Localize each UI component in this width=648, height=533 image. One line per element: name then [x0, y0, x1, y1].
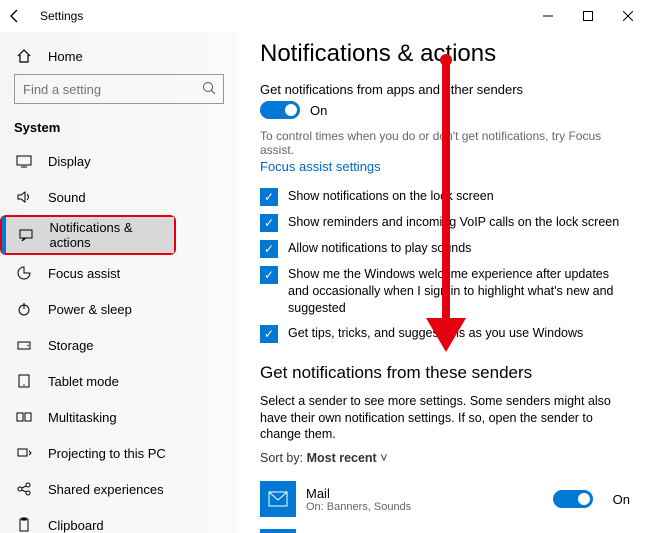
- shared-icon: [14, 479, 34, 499]
- tablet-icon: [14, 371, 34, 391]
- senders-desc: Select a sender to see more settings. So…: [260, 393, 630, 444]
- checkbox[interactable]: ✓: [260, 188, 278, 206]
- sidebar-item-focus-assist[interactable]: Focus assist: [0, 255, 238, 291]
- sidebar-item-label: Focus assist: [48, 266, 120, 281]
- sidebar-item-label: Tablet mode: [48, 374, 119, 389]
- sidebar-item-label: Sound: [48, 190, 86, 205]
- sidebar-item-label: Notifications & actions: [49, 220, 174, 250]
- sidebar-item-tablet[interactable]: Tablet mode: [0, 363, 238, 399]
- sender-sub: On: Banners, Sounds: [306, 501, 553, 513]
- sidebar-item-storage[interactable]: Storage: [0, 327, 238, 363]
- checkbox-label: Show reminders and incoming VoIP calls o…: [288, 214, 619, 231]
- focus-desc: To control times when you do or don't ge…: [260, 129, 630, 157]
- checkbox[interactable]: ✓: [260, 240, 278, 258]
- sidebar-item-label: Display: [48, 154, 91, 169]
- checkbox[interactable]: ✓: [260, 266, 278, 284]
- checkbox[interactable]: ✓: [260, 214, 278, 232]
- sidebar-item-label: Clipboard: [48, 518, 104, 533]
- home-icon: [14, 46, 34, 66]
- checkbox-label: Get tips, tricks, and suggestions as you…: [288, 325, 583, 342]
- sort-by[interactable]: Sort by: Most recent ˅: [260, 451, 630, 465]
- display-icon: [14, 151, 34, 171]
- sidebar: Home System Display Sound Notifications …: [0, 32, 238, 533]
- sidebar-item-label: Power & sleep: [48, 302, 132, 317]
- sidebar-home-label: Home: [48, 49, 83, 64]
- security-icon: [260, 529, 296, 533]
- mail-icon: [260, 481, 296, 517]
- sender-item-security[interactable]: Security and Maintenance On: Banners, So…: [260, 523, 630, 533]
- senders-heading: Get notifications from these senders: [260, 363, 630, 383]
- window-title: Settings: [40, 9, 83, 23]
- focus-assist-link[interactable]: Focus assist settings: [260, 159, 381, 174]
- search-input[interactable]: [14, 74, 224, 104]
- checkbox-label: Allow notifications to play sounds: [288, 240, 471, 257]
- sender-name: Mail: [306, 486, 553, 501]
- sender-item-mail[interactable]: Mail On: Banners, Sounds On: [260, 475, 630, 523]
- chevron-down-icon: ˅: [380, 451, 387, 465]
- power-icon: [14, 299, 34, 319]
- maximize-button[interactable]: [568, 0, 608, 32]
- storage-icon: [14, 335, 34, 355]
- projecting-icon: [14, 443, 34, 463]
- sidebar-item-label: Multitasking: [48, 410, 117, 425]
- sidebar-item-shared[interactable]: Shared experiences: [0, 471, 238, 507]
- sidebar-item-multitasking[interactable]: Multitasking: [0, 399, 238, 435]
- sidebar-item-display[interactable]: Display: [0, 143, 238, 179]
- sidebar-home[interactable]: Home: [0, 38, 238, 74]
- highlight-annotation: Notifications & actions: [0, 215, 176, 255]
- clipboard-icon: [14, 515, 34, 533]
- search-icon: [202, 81, 216, 95]
- sidebar-item-label: Projecting to this PC: [48, 446, 166, 461]
- sidebar-item-power[interactable]: Power & sleep: [0, 291, 238, 327]
- sidebar-section: System: [0, 114, 238, 143]
- toggle-state: On: [310, 103, 327, 118]
- close-button[interactable]: [608, 0, 648, 32]
- checkbox-label: Show me the Windows welcome experience a…: [288, 266, 630, 317]
- sound-icon: [14, 187, 34, 207]
- titlebar: Settings: [0, 0, 648, 32]
- sidebar-item-label: Storage: [48, 338, 94, 353]
- checkbox-label: Show notifications on the lock screen: [288, 188, 494, 205]
- minimize-button[interactable]: [528, 0, 568, 32]
- checkbox[interactable]: ✓: [260, 325, 278, 343]
- notif-label: Get notifications from apps and other se…: [260, 82, 630, 97]
- sidebar-item-notifications[interactable]: Notifications & actions: [2, 217, 174, 253]
- back-button[interactable]: [8, 9, 36, 23]
- multitasking-icon: [14, 407, 34, 427]
- notifications-toggle[interactable]: [260, 101, 300, 119]
- focus-icon: [14, 263, 34, 283]
- sidebar-item-projecting[interactable]: Projecting to this PC: [0, 435, 238, 471]
- sidebar-item-label: Shared experiences: [48, 482, 164, 497]
- sidebar-item-clipboard[interactable]: Clipboard: [0, 507, 238, 533]
- page-heading: Notifications & actions: [260, 40, 630, 68]
- sidebar-item-sound[interactable]: Sound: [0, 179, 238, 215]
- main-content[interactable]: Notifications & actions Get notification…: [238, 32, 648, 533]
- notifications-icon: [16, 225, 35, 245]
- sender-state: On: [613, 492, 630, 507]
- sender-toggle[interactable]: [553, 490, 593, 508]
